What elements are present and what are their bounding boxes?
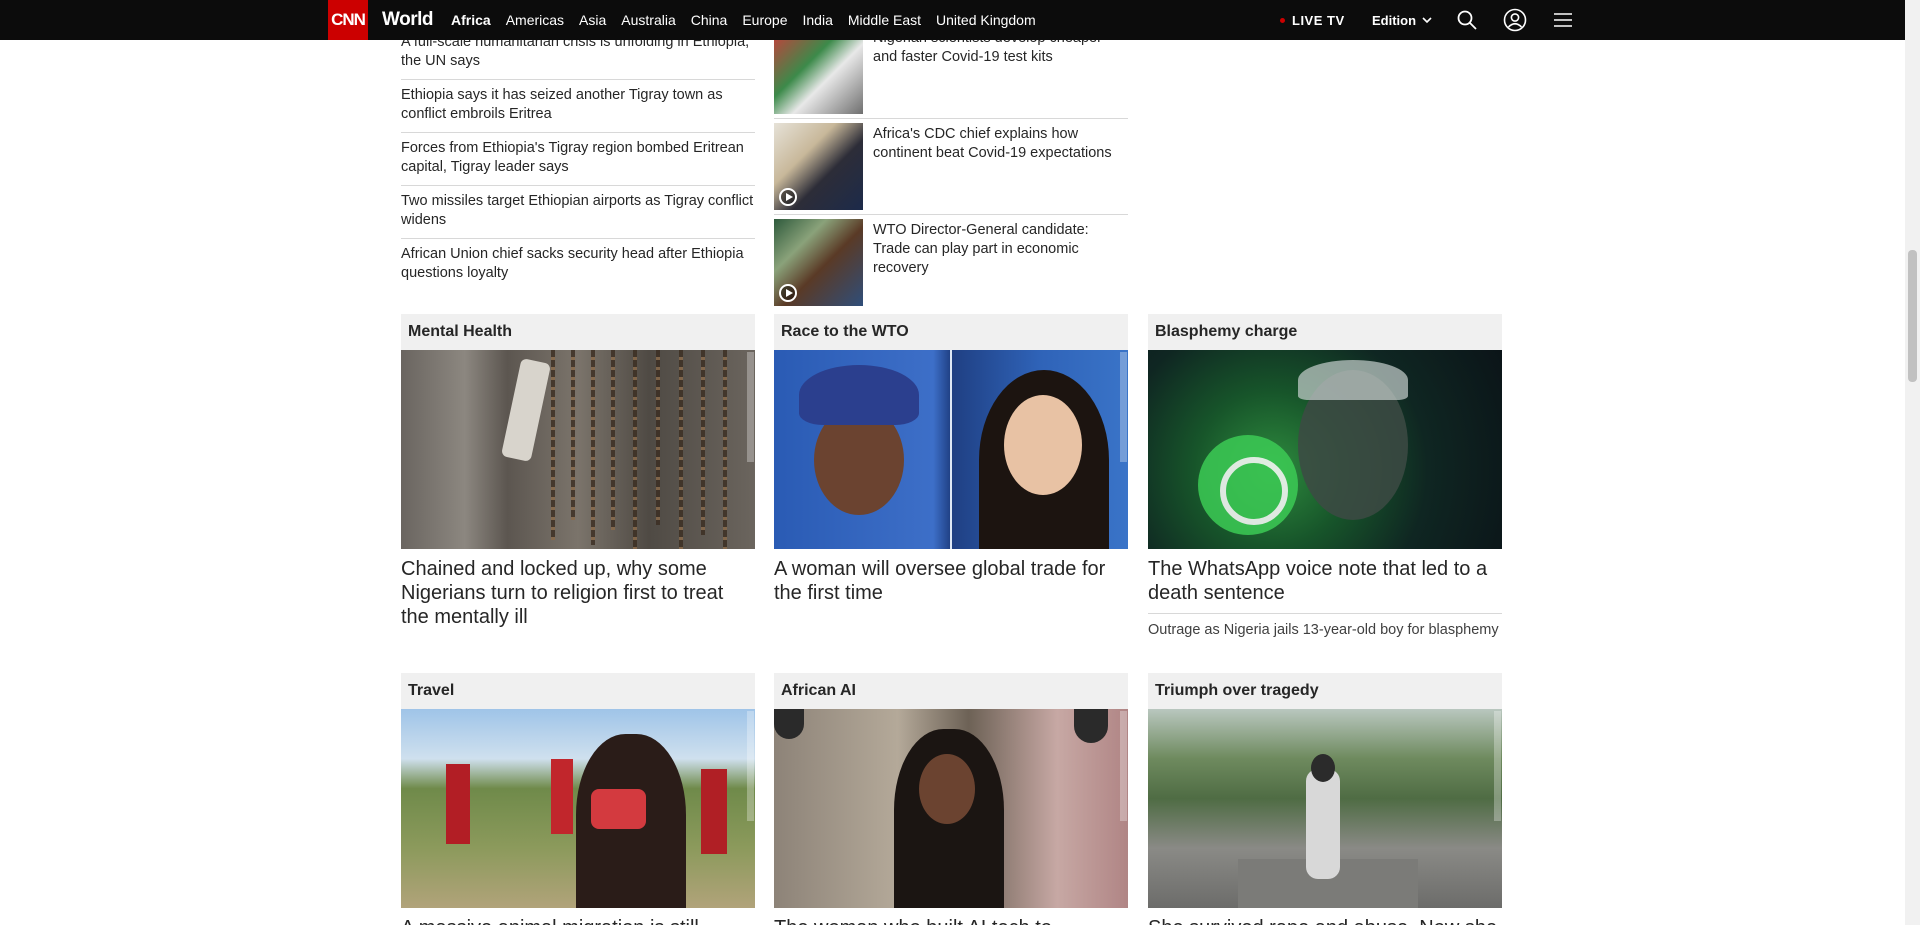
story-image[interactable] xyxy=(1148,350,1502,549)
image-divider xyxy=(950,350,952,549)
nav-link-india[interactable]: India xyxy=(803,12,833,28)
top-nav: CNN World Africa Americas Asia Australia… xyxy=(0,0,1905,40)
card-headline[interactable]: The woman who built AI tech to xyxy=(774,916,1128,925)
live-dot-icon xyxy=(1280,17,1285,23)
nav-links: Africa Americas Asia Australia China Eur… xyxy=(451,0,1051,40)
list-item[interactable]: Africa's CDC chief explains how continen… xyxy=(774,123,1128,215)
card-headline[interactable]: A massive animal migration is still xyxy=(401,916,755,925)
nav-link-asia[interactable]: Asia xyxy=(579,12,606,28)
play-icon xyxy=(779,188,797,206)
card-headline[interactable]: A woman will oversee global trade for th… xyxy=(774,557,1128,605)
search-icon[interactable] xyxy=(1456,9,1478,31)
nav-link-australia[interactable]: Australia xyxy=(621,12,675,28)
related-stories-list: A full-scale humanitarian crisis is unfo… xyxy=(401,27,755,291)
edition-dropdown[interactable]: Edition xyxy=(1372,0,1432,40)
list-item[interactable]: Ethiopia says it has seized another Tigr… xyxy=(401,80,755,133)
story-card-mental-health: Mental Health Chained and locked up, why… xyxy=(401,314,755,629)
whatsapp-icon xyxy=(1198,435,1298,535)
card-label[interactable]: Mental Health xyxy=(401,314,755,350)
live-tv-label: LIVE TV xyxy=(1292,12,1345,28)
list-item[interactable]: Forces from Ethiopia's Tigray region bom… xyxy=(401,133,755,186)
nav-link-africa[interactable]: Africa xyxy=(451,12,491,28)
list-item[interactable]: Nigerian scientists develop cheaper and … xyxy=(774,27,1128,119)
story-image[interactable] xyxy=(774,350,1128,549)
photo-credit xyxy=(1120,711,1127,821)
play-icon xyxy=(779,284,797,302)
card-headline[interactable]: The WhatsApp voice note that led to a de… xyxy=(1148,557,1502,605)
nav-link-united-kingdom[interactable]: United Kingdom xyxy=(936,12,1036,28)
story-card-african-ai: African AI The woman who built AI tech t… xyxy=(774,673,1128,925)
card-label[interactable]: Race to the WTO xyxy=(774,314,1128,350)
cnn-logo[interactable]: CNN xyxy=(328,0,368,40)
video-stories-list: Nigerian scientists develop cheaper and … xyxy=(774,27,1128,314)
nav-link-americas[interactable]: Americas xyxy=(506,12,564,28)
account-icon[interactable] xyxy=(1503,8,1527,32)
story-headline[interactable]: WTO Director-General candidate: Trade ca… xyxy=(873,219,1128,306)
card-label[interactable]: Triumph over tragedy xyxy=(1148,673,1502,709)
list-item[interactable]: WTO Director-General candidate: Trade ca… xyxy=(774,219,1128,310)
menu-icon[interactable] xyxy=(1552,9,1574,31)
story-image[interactable] xyxy=(1148,709,1502,908)
story-image[interactable] xyxy=(774,709,1128,908)
story-headline[interactable]: Africa's CDC chief explains how continen… xyxy=(873,123,1128,210)
nav-link-europe[interactable]: Europe xyxy=(742,12,787,28)
photo-credit xyxy=(747,352,754,462)
card-label[interactable]: Blasphemy charge xyxy=(1148,314,1502,350)
story-thumbnail[interactable] xyxy=(774,123,863,210)
nav-link-china[interactable]: China xyxy=(691,12,728,28)
list-item[interactable]: Two missiles target Ethiopian airports a… xyxy=(401,186,755,239)
page-scrollbar[interactable] xyxy=(1905,0,1920,925)
story-headline[interactable]: Nigerian scientists develop cheaper and … xyxy=(873,27,1128,114)
card-headline[interactable]: She survived rape and abuse. Now she xyxy=(1148,916,1502,925)
story-card-wto: Race to the WTO A woman will oversee glo… xyxy=(774,314,1128,605)
list-item[interactable]: African Union chief sacks security head … xyxy=(401,239,755,291)
card-related-link[interactable]: Outrage as Nigeria jails 13-year-old boy… xyxy=(1148,613,1502,640)
photo-credit xyxy=(747,711,754,821)
card-headline[interactable]: Chained and locked up, why some Nigerian… xyxy=(401,557,755,629)
story-image[interactable] xyxy=(401,350,755,549)
chevron-down-icon xyxy=(1422,16,1432,23)
scrollbar-thumb[interactable] xyxy=(1908,250,1917,382)
card-label[interactable]: Travel xyxy=(401,673,755,709)
photo-credit xyxy=(1120,352,1127,462)
story-image[interactable] xyxy=(401,709,755,908)
photo-credit xyxy=(1494,711,1501,821)
nav-link-middle-east[interactable]: Middle East xyxy=(848,12,921,28)
card-label[interactable]: African AI xyxy=(774,673,1128,709)
story-card-travel: Travel A massive animal migration is sti… xyxy=(401,673,755,925)
story-card-blasphemy: Blasphemy charge The WhatsApp voice note… xyxy=(1148,314,1502,640)
story-thumbnail[interactable] xyxy=(774,219,863,306)
story-thumbnail[interactable] xyxy=(774,27,863,114)
story-card-triumph: Triumph over tragedy She survived rape a… xyxy=(1148,673,1502,925)
live-tv-link[interactable]: LIVE TV xyxy=(1280,0,1345,40)
section-title[interactable]: World xyxy=(382,0,433,40)
edition-label: Edition xyxy=(1372,12,1417,28)
